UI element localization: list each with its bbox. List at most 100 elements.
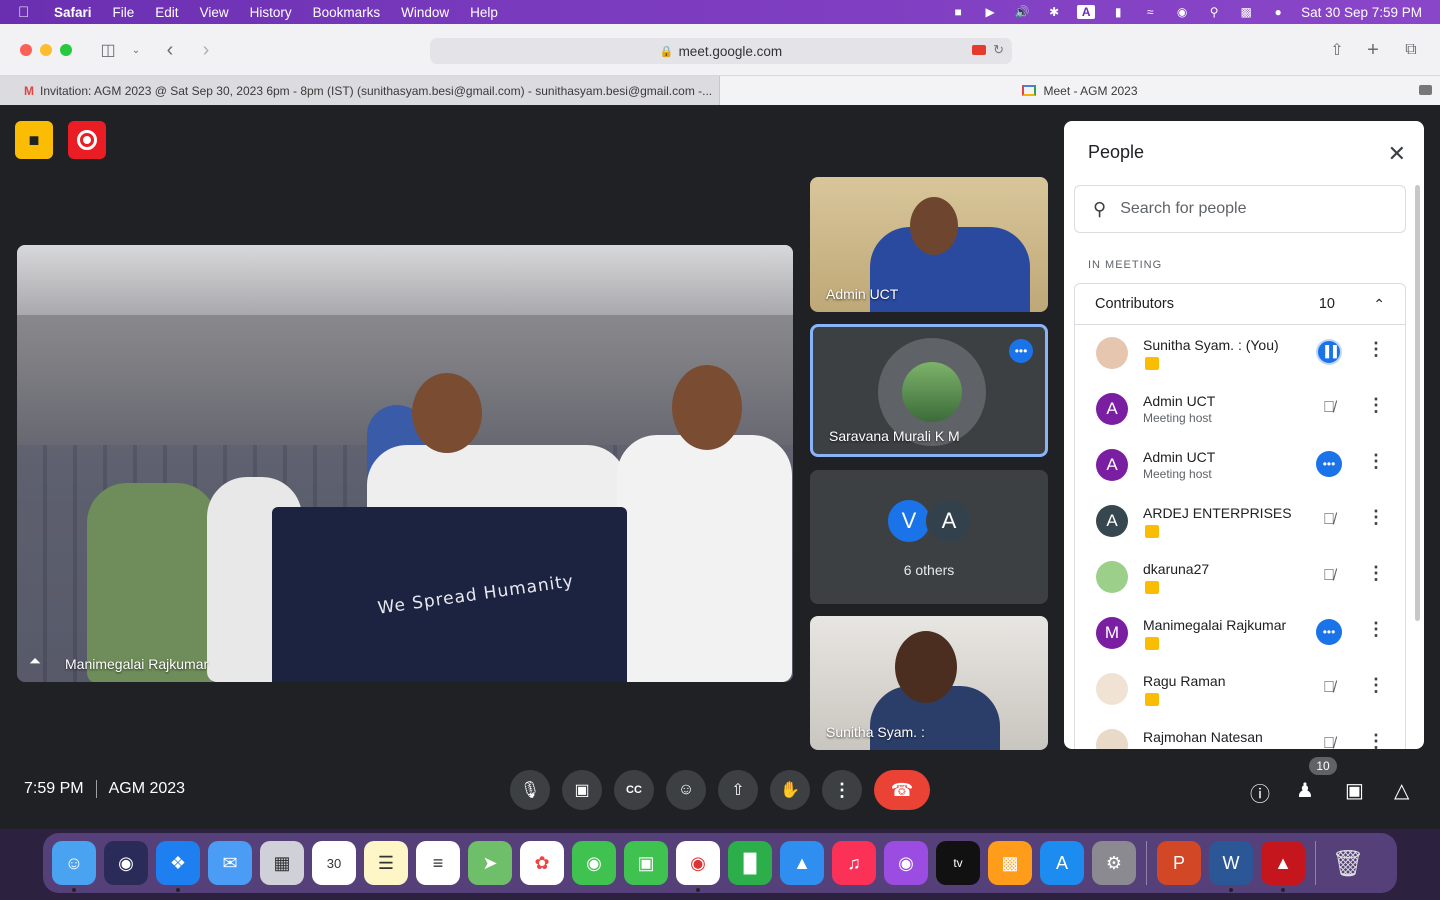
siri-icon[interactable]: ◉ — [104, 841, 148, 885]
more-vert-icon[interactable]: ⋮ — [1367, 339, 1385, 360]
keynote-icon[interactable]: ▲ — [780, 841, 824, 885]
chevron-down-icon[interactable]: ⌄ — [130, 38, 142, 62]
share-icon[interactable]: ⇧ — [1328, 38, 1346, 62]
books-icon[interactable]: ▩ — [988, 841, 1032, 885]
zoom-window-button[interactable] — [60, 44, 72, 56]
safari-icon[interactable]: ❖ — [156, 841, 200, 892]
more-options-icon[interactable]: ••• — [1316, 619, 1342, 645]
participant-row[interactable]: dkaruna27 🎙̸ ⋮ — [1075, 549, 1405, 605]
powerpoint-icon[interactable]: P — [1157, 841, 1201, 885]
back-button[interactable]: ‹ — [162, 38, 178, 62]
activities-icon[interactable]: △ — [1394, 778, 1409, 803]
tab-gmail-invitation[interactable]: M Invitation: AGM 2023 @ Sat Sep 30, 202… — [0, 76, 720, 105]
more-options-button[interactable]: ⋮ — [822, 770, 862, 810]
video-tile-admin-uct[interactable]: Admin UCT — [810, 177, 1048, 312]
pin-icon[interactable]: ⏶ — [29, 653, 41, 670]
contributors-group[interactable]: Contributors 10 ⌃ — [1074, 283, 1406, 325]
apple-tv-icon[interactable]: tv — [936, 841, 980, 885]
bluetooth-icon[interactable]: ✱ — [1045, 5, 1063, 19]
menu-history[interactable]: History — [250, 5, 292, 20]
maps-icon[interactable]: ➤ — [468, 841, 512, 885]
menu-window[interactable]: Window — [401, 5, 449, 20]
mic-off-icon[interactable]: 🎙̸ — [1316, 507, 1342, 533]
more-vert-icon[interactable]: ⋮ — [1367, 675, 1385, 696]
video-tile-saravana[interactable]: ••• Saravana Murali K M — [810, 324, 1048, 457]
menubar-clock[interactable]: Sat 30 Sep 7:59 PM — [1301, 5, 1422, 20]
mic-off-icon[interactable]: 🎙̸ — [1316, 731, 1342, 749]
tab-overview-icon[interactable]: ⧉ — [1402, 38, 1420, 62]
camera-tab-icon[interactable] — [1419, 85, 1432, 95]
minimize-window-button[interactable] — [40, 44, 52, 56]
spotlight-search-icon[interactable]: ⚲ — [1205, 5, 1223, 19]
reminders-icon[interactable]: ≡ — [416, 841, 460, 885]
more-options-icon[interactable]: ••• — [1316, 451, 1342, 477]
siri-icon[interactable]: ● — [1269, 5, 1287, 19]
input-source-icon[interactable]: A — [1077, 5, 1096, 19]
word-icon[interactable]: W — [1209, 841, 1253, 892]
more-options-icon[interactable]: ••• — [1009, 339, 1033, 363]
numbers-icon[interactable]: █ — [728, 841, 772, 885]
menu-edit[interactable]: Edit — [155, 5, 178, 20]
participant-row[interactable]: Sunitha Syam. : (You) ▐▐ ⋮ — [1075, 325, 1405, 381]
camera-button[interactable]: ▣ — [562, 770, 602, 810]
menu-app-safari[interactable]: Safari — [54, 5, 92, 20]
search-people-input[interactable]: ⚲ Search for people — [1074, 185, 1406, 233]
camera-off-badge-icon[interactable]: ■ — [15, 121, 53, 159]
video-tile-sunitha[interactable]: Sunitha Syam. : — [810, 616, 1048, 750]
mic-off-icon[interactable]: 🎙̸ — [1316, 395, 1342, 421]
volume-icon[interactable]: 🔊 — [1013, 5, 1031, 19]
meeting-details-icon[interactable]: ⓘ — [1250, 778, 1270, 807]
notes-icon[interactable]: ☰ — [364, 841, 408, 885]
participant-row[interactable]: A Admin UCT Meeting host ••• ⋮ — [1075, 437, 1405, 493]
chrome-icon[interactable]: ◉ — [676, 841, 720, 892]
sidebar-toggle-icon[interactable]: ◫ — [97, 38, 119, 62]
participant-row[interactable]: Rajmohan Natesan 🎙̸ ⋮ — [1075, 717, 1405, 749]
menu-bookmarks[interactable]: Bookmarks — [313, 5, 381, 20]
apple-menu-icon[interactable]:  — [18, 4, 38, 21]
launchpad-icon[interactable]: ▦ — [260, 841, 304, 885]
trash-icon[interactable]: 🗑 — [1326, 841, 1370, 885]
people-icon[interactable]: ♟ — [1296, 778, 1314, 803]
more-vert-icon[interactable]: ⋮ — [1367, 619, 1385, 640]
reactions-button[interactable]: ☺ — [666, 770, 706, 810]
new-tab-button[interactable]: + — [1364, 38, 1382, 62]
participant-row[interactable]: A ARDEJ ENTERPRISES 🎙̸ ⋮ — [1075, 493, 1405, 549]
play-status-icon[interactable]: ▶ — [981, 5, 999, 19]
control-center-icon[interactable]: ▩ — [1237, 5, 1255, 19]
chat-icon[interactable]: ▣ — [1345, 778, 1364, 803]
messages-icon[interactable]: ◉ — [572, 841, 616, 885]
present-button[interactable]: ⇧ — [718, 770, 758, 810]
mic-off-icon[interactable]: 🎙̸ — [1316, 563, 1342, 589]
menu-help[interactable]: Help — [470, 5, 498, 20]
app-store-icon[interactable]: A — [1040, 841, 1084, 885]
more-vert-icon[interactable]: ⋮ — [1367, 731, 1385, 749]
mail-icon[interactable]: ✉ — [208, 841, 252, 885]
main-video-tile[interactable]: We Spread Humanity ⏶ Manimegalai Rajkuma… — [17, 245, 793, 682]
menu-file[interactable]: File — [113, 5, 135, 20]
address-bar[interactable]: 🔒 meet.google.com ↻ — [430, 38, 1012, 64]
more-vert-icon[interactable]: ⋮ — [1367, 451, 1385, 472]
forward-button[interactable]: › — [198, 38, 214, 62]
participant-row[interactable]: M Manimegalai Rajkumar ••• ⋮ — [1075, 605, 1405, 661]
camera-in-use-icon[interactable] — [972, 45, 986, 55]
acrobat-icon[interactable]: ▲ — [1261, 841, 1305, 892]
recording-indicator[interactable] — [68, 121, 106, 159]
battery-icon[interactable]: ▮ — [1109, 5, 1127, 19]
menu-view[interactable]: View — [200, 5, 229, 20]
participant-row[interactable]: A Admin UCT Meeting host 🎙̸ ⋮ — [1075, 381, 1405, 437]
mic-off-icon[interactable]: 🎙̸ — [1316, 675, 1342, 701]
user-icon[interactable]: ◉ — [1173, 5, 1191, 19]
close-icon[interactable]: ✕ — [1388, 141, 1406, 167]
system-settings-icon[interactable]: ⚙ — [1092, 841, 1136, 885]
music-icon[interactable]: ♫ — [832, 841, 876, 885]
microphone-button[interactable]: 🎙 — [510, 770, 550, 810]
more-vert-icon[interactable]: ⋮ — [1367, 563, 1385, 584]
calendar-icon[interactable]: 30 — [312, 841, 356, 885]
more-vert-icon[interactable]: ⋮ — [1367, 507, 1385, 528]
chevron-up-icon[interactable]: ⌃ — [1373, 296, 1385, 313]
raise-hand-button[interactable]: ✋ — [770, 770, 810, 810]
captions-button[interactable]: CC — [614, 770, 654, 810]
podcasts-icon[interactable]: ◉ — [884, 841, 928, 885]
photos-icon[interactable]: ✿ — [520, 841, 564, 885]
video-tile-others[interactable]: V A 6 others — [810, 470, 1048, 604]
